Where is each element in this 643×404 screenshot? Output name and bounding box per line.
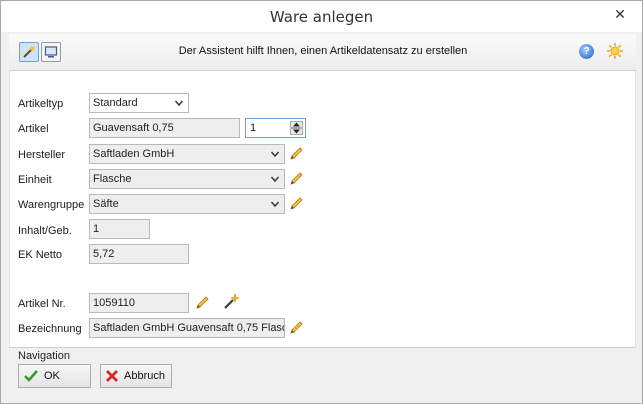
einheit-value: Flasche <box>93 173 132 185</box>
cancel-x-icon <box>106 370 118 382</box>
spin-up-button[interactable] <box>290 121 303 128</box>
warengruppe-label: Warengruppe <box>18 199 85 211</box>
wizard-button[interactable] <box>19 42 39 62</box>
close-button[interactable]: ✕ <box>606 4 634 24</box>
artikel-nr-label: Artikel Nr. <box>18 298 66 310</box>
bezeichnung-label: Bezeichnung <box>18 323 82 335</box>
inhalt-field[interactable]: 1 <box>89 219 150 239</box>
hersteller-value: Saftladen GmbH <box>93 148 175 160</box>
warengruppe-select[interactable]: Säfte <box>89 194 285 214</box>
ok-button[interactable]: OK <box>18 364 91 388</box>
edit-artikel-nr-pencil-icon[interactable] <box>194 295 210 311</box>
artikel-nr-field[interactable]: 1059110 <box>89 293 189 313</box>
chevron-down-icon <box>270 201 280 208</box>
chevron-down-icon <box>174 100 184 107</box>
ok-label: OK <box>44 370 60 382</box>
spin-down-button[interactable] <box>290 128 303 135</box>
edit-warengruppe-pencil-icon[interactable] <box>288 196 304 212</box>
einheit-select[interactable]: Flasche <box>89 169 285 189</box>
checkmark-icon <box>24 370 38 382</box>
monitor-icon <box>44 46 58 58</box>
ek-netto-label: EK Netto <box>18 249 63 261</box>
einheit-label: Einheit <box>18 174 52 186</box>
artikeltyp-label: Artikeltyp <box>18 98 64 110</box>
sun-icon[interactable] <box>606 42 624 60</box>
cancel-label: Abbruch <box>124 370 165 382</box>
artikeltyp-value: Standard <box>93 97 138 109</box>
edit-hersteller-pencil-icon[interactable] <box>288 146 304 162</box>
dialog-window: Ware anlegen ✕ Der Assistent hilft Ihnen… <box>0 0 643 404</box>
view-button[interactable] <box>41 42 61 62</box>
edit-einheit-pencil-icon[interactable] <box>288 171 304 187</box>
artikeltyp-select[interactable]: Standard <box>89 93 189 113</box>
window-title: Ware anlegen <box>269 8 374 26</box>
cancel-button[interactable]: Abbruch <box>100 364 172 388</box>
bezeichnung-field[interactable]: Saftladen GmbH Guavensaft 0,75 Flasc <box>89 318 285 338</box>
assistant-toolbar: Der Assistent hilft Ihnen, einen Artikel… <box>9 34 636 71</box>
assistant-text: Der Assistent hilft Ihnen, einen Artikel… <box>178 45 468 57</box>
artikel-label: Artikel <box>18 123 49 135</box>
hersteller-select[interactable]: Saftladen GmbH <box>89 144 285 164</box>
help-icon[interactable]: ? <box>579 44 594 59</box>
ek-netto-field[interactable]: 5,72 <box>89 244 189 264</box>
hersteller-label: Hersteller <box>18 149 66 161</box>
spin-buttons[interactable] <box>290 121 303 135</box>
inhalt-label: Inhalt/Geb. <box>18 225 72 237</box>
chevron-down-icon <box>270 176 280 183</box>
chevron-down-icon <box>270 151 280 158</box>
artikel-spinner[interactable]: 1 <box>245 118 306 138</box>
navigation-label: Navigation <box>18 350 70 362</box>
navigation-group: Navigation OK Abbruch <box>9 347 636 391</box>
warengruppe-value: Säfte <box>93 198 119 210</box>
artikel-field[interactable]: Guavensaft 0,75 <box>89 118 240 138</box>
wand-icon <box>23 46 35 58</box>
artikel-spinner-value: 1 <box>250 122 257 134</box>
generate-number-wand-icon[interactable] <box>222 293 240 311</box>
edit-bezeichnung-pencil-icon[interactable] <box>288 320 304 336</box>
title-bar: Ware anlegen ✕ <box>1 1 642 32</box>
